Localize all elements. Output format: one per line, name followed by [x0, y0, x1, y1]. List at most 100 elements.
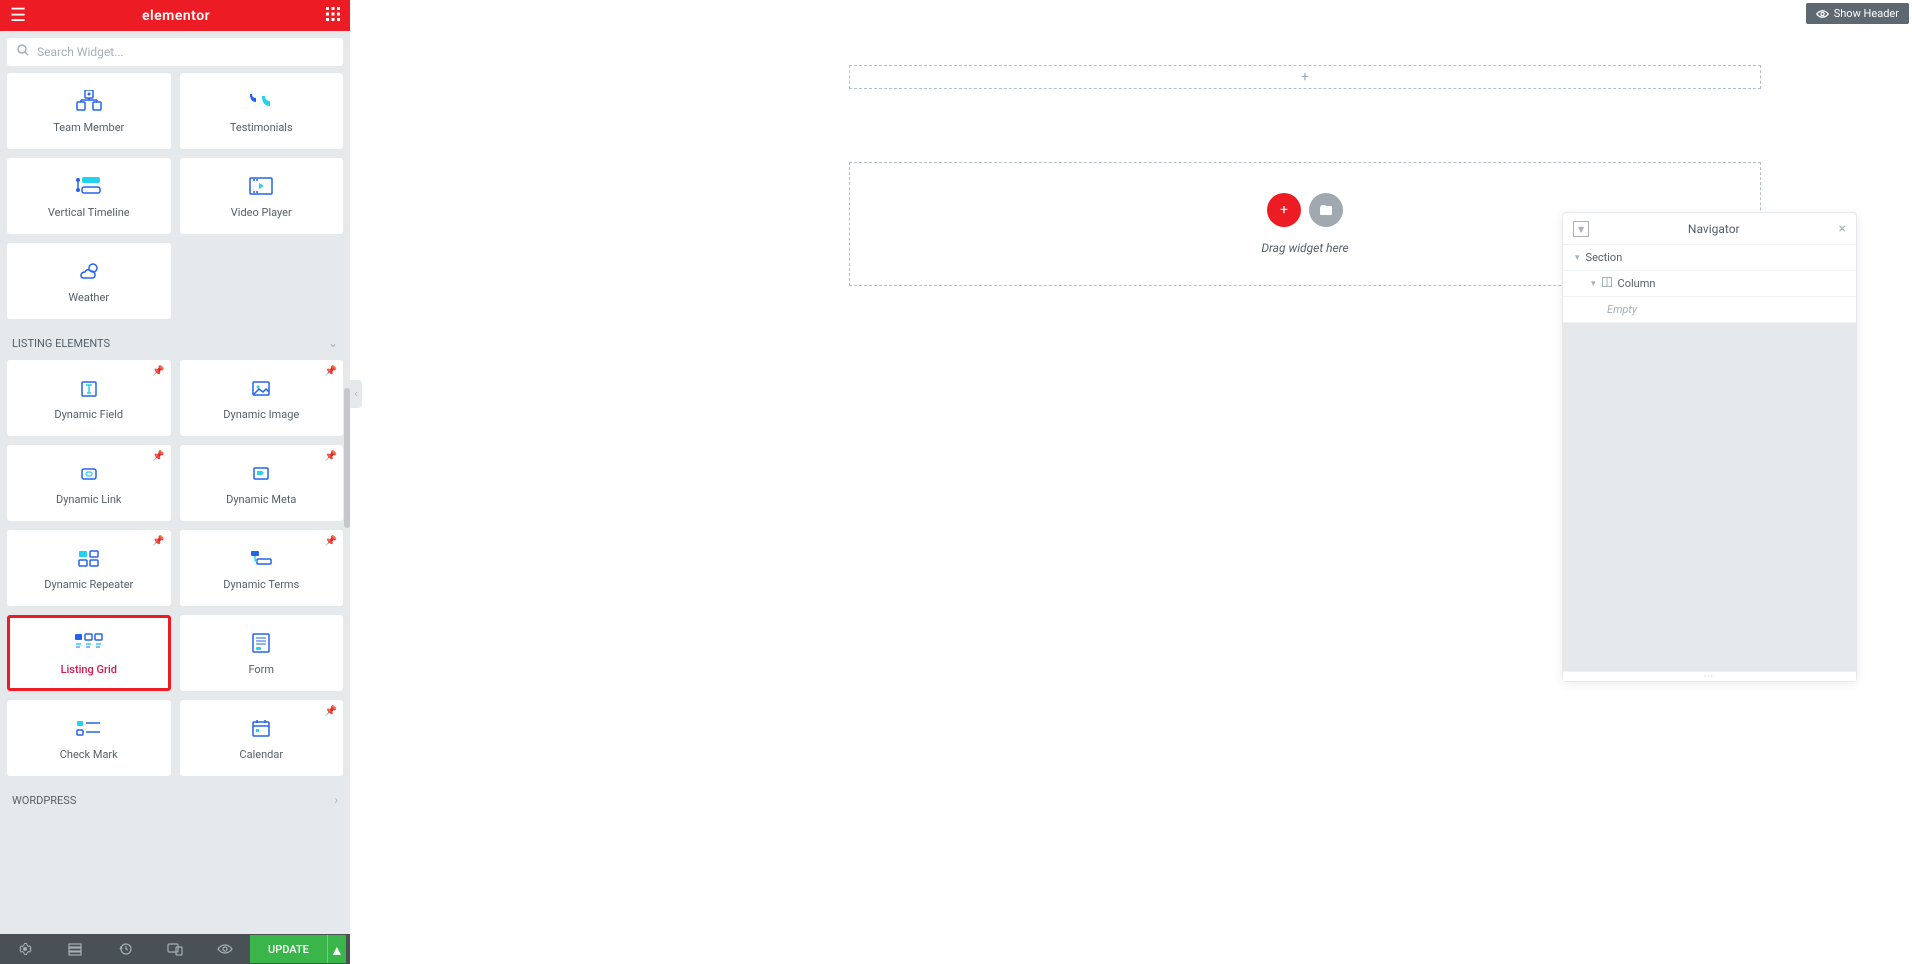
- navigator-item-empty: Empty: [1563, 297, 1856, 323]
- widgets-list: Team Member Testimonials Vertical Timeli…: [0, 73, 350, 934]
- column-icon: [1602, 277, 1612, 290]
- caret-down-icon: ▾: [1591, 279, 1596, 289]
- widget-label: Weather: [68, 291, 109, 304]
- caret-down-icon: ▾: [1575, 253, 1580, 263]
- dynamic-repeater-icon: [74, 546, 104, 570]
- widget-dynamic-image[interactable]: 📌 Dynamic Image: [180, 360, 344, 436]
- pin-icon: 📌: [325, 536, 337, 547]
- widget-label: Vertical Timeline: [48, 206, 130, 219]
- show-header-button[interactable]: Show Header: [1806, 3, 1909, 24]
- pin-icon: 📌: [325, 706, 337, 717]
- add-template-button[interactable]: [1309, 193, 1343, 227]
- check-mark-icon: [74, 716, 104, 740]
- pin-icon: 📌: [325, 366, 337, 377]
- navigator-item-label: Section: [1586, 251, 1623, 264]
- navigator-panel: ▾ Navigator × ▾ Section ▾ Column Empty ⋯: [1562, 212, 1857, 682]
- search-icon: [17, 44, 29, 60]
- panel-header: ☰ elementor: [0, 0, 350, 31]
- add-section-bar[interactable]: +: [849, 65, 1761, 89]
- preview-button[interactable]: [200, 934, 250, 964]
- widget-dynamic-meta[interactable]: 📌 Dynamic Meta: [180, 445, 344, 521]
- drop-buttons: +: [1267, 193, 1343, 227]
- settings-button[interactable]: [0, 934, 50, 964]
- widget-form[interactable]: Form: [180, 615, 344, 691]
- widget-label: Video Player: [231, 206, 292, 219]
- navigator-resize-handle[interactable]: ⋯: [1563, 671, 1856, 681]
- search-bar: [7, 38, 343, 66]
- update-options-button[interactable]: ▴: [327, 935, 346, 963]
- chevron-down-icon: ⌄: [328, 336, 338, 350]
- widget-label: Testimonials: [230, 121, 293, 134]
- widget-label: Dynamic Field: [54, 408, 123, 421]
- widget-vertical-timeline[interactable]: Vertical Timeline: [7, 158, 171, 234]
- widget-dynamic-field[interactable]: 📌 Dynamic Field: [7, 360, 171, 436]
- drop-hint: Drag widget here: [1261, 241, 1348, 255]
- dynamic-meta-icon: [246, 461, 276, 485]
- navigator-body: ▾ Section ▾ Column Empty: [1563, 245, 1856, 671]
- testimonials-icon: [246, 89, 276, 113]
- panel-footer: UPDATE ▴: [0, 934, 350, 964]
- widget-label: Calendar: [239, 748, 283, 761]
- widget-label: Form: [248, 663, 274, 676]
- navigator-item-section[interactable]: ▾ Section: [1563, 245, 1856, 271]
- panel-collapse-button[interactable]: ‹: [350, 380, 362, 408]
- dynamic-link-icon: [74, 461, 104, 485]
- plus-icon: +: [1301, 69, 1309, 85]
- dynamic-field-icon: [74, 376, 104, 400]
- chevron-right-icon: ›: [334, 793, 338, 807]
- navigator-button[interactable]: [50, 934, 100, 964]
- form-icon: [246, 631, 276, 655]
- widget-label: Team Member: [53, 121, 124, 134]
- widget-label: Check Mark: [60, 748, 118, 761]
- pin-icon: 📌: [152, 451, 164, 462]
- search-input[interactable]: [37, 45, 333, 59]
- widget-label: Dynamic Repeater: [44, 578, 133, 591]
- widget-label: Dynamic Link: [56, 493, 122, 506]
- section-listing-elements[interactable]: LISTING ELEMENTS ⌄: [7, 326, 343, 360]
- team-member-icon: [74, 89, 104, 113]
- widget-weather[interactable]: Weather: [7, 243, 171, 319]
- widget-video-player[interactable]: Video Player: [180, 158, 344, 234]
- pin-icon: 📌: [152, 366, 164, 377]
- weather-icon: [74, 259, 104, 283]
- widget-label: Dynamic Terms: [223, 578, 299, 591]
- navigator-title: Navigator: [1589, 222, 1839, 236]
- editor-canvas: Show Header + + Drag widget here ▾ Navig…: [350, 0, 1912, 964]
- show-header-label: Show Header: [1834, 7, 1899, 20]
- video-player-icon: [246, 174, 276, 198]
- calendar-icon: [246, 716, 276, 740]
- navigator-item-column[interactable]: ▾ Column: [1563, 271, 1856, 297]
- widget-listing-grid[interactable]: Listing Grid: [7, 615, 171, 691]
- widget-calendar[interactable]: 📌 Calendar: [180, 700, 344, 776]
- chevron-left-icon: ‹: [354, 389, 357, 400]
- update-button[interactable]: UPDATE: [250, 935, 327, 963]
- pin-icon: 📌: [152, 536, 164, 547]
- responsive-button[interactable]: [150, 934, 200, 964]
- menu-icon[interactable]: ☰: [10, 5, 26, 26]
- dynamic-image-icon: [246, 376, 276, 400]
- elementor-panel: ☰ elementor Team Member Testimonials: [0, 0, 350, 964]
- widget-testimonials[interactable]: Testimonials: [180, 73, 344, 149]
- widget-label: Dynamic Meta: [226, 493, 296, 506]
- history-button[interactable]: [100, 934, 150, 964]
- navigator-dock-icon[interactable]: ▾: [1573, 221, 1589, 237]
- add-section-button[interactable]: +: [1267, 193, 1301, 227]
- elementor-logo: elementor: [142, 8, 210, 24]
- vertical-timeline-icon: [74, 174, 104, 198]
- navigator-empty-label: Empty: [1607, 303, 1637, 316]
- section-wordpress[interactable]: WORDPRESS ›: [7, 783, 343, 817]
- widget-label: Listing Grid: [61, 663, 117, 676]
- widget-check-mark[interactable]: Check Mark: [7, 700, 171, 776]
- widget-dynamic-repeater[interactable]: 📌 Dynamic Repeater: [7, 530, 171, 606]
- widgets-grid-icon[interactable]: [326, 6, 340, 25]
- navigator-item-label: Column: [1618, 277, 1656, 290]
- listing-grid-icon: [74, 631, 104, 655]
- navigator-header: ▾ Navigator ×: [1563, 213, 1856, 245]
- widget-dynamic-link[interactable]: 📌 Dynamic Link: [7, 445, 171, 521]
- close-icon[interactable]: ×: [1839, 221, 1846, 237]
- widget-team-member[interactable]: Team Member: [7, 73, 171, 149]
- section-title: LISTING ELEMENTS: [12, 337, 110, 350]
- widget-dynamic-terms[interactable]: 📌 Dynamic Terms: [180, 530, 344, 606]
- widget-label: Dynamic Image: [223, 408, 299, 421]
- dynamic-terms-icon: [246, 546, 276, 570]
